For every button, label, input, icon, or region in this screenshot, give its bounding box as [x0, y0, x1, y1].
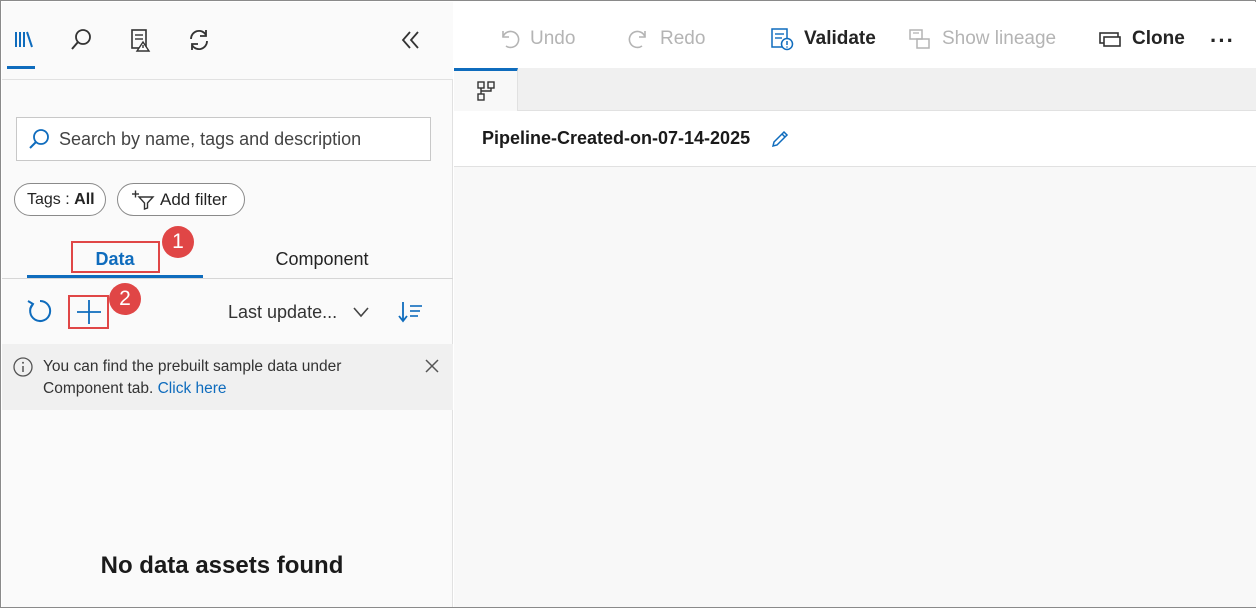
tabs-divider	[2, 278, 453, 279]
pipeline-title-bar: Pipeline-Created-on-07-14-2025	[454, 111, 1256, 167]
redo-label: Redo	[660, 28, 706, 49]
tab-component-label: Component	[275, 248, 369, 269]
sort-icon[interactable]	[397, 298, 425, 326]
undo-button[interactable]: Undo	[498, 21, 575, 57]
report-icon	[131, 29, 151, 52]
sort-selected-value: Last update...	[228, 301, 338, 322]
callout-number: 1	[172, 230, 184, 253]
clone-label: Clone	[1132, 28, 1185, 49]
callout-badge-2: 2	[109, 283, 141, 315]
clone-icon	[1099, 32, 1121, 47]
validate-button[interactable]: Validate	[770, 21, 876, 57]
validate-label: Validate	[804, 28, 876, 49]
click-here-link[interactable]: Click here	[158, 380, 227, 397]
edit-icon[interactable]	[770, 129, 790, 149]
tags-filter-label: Tags :	[27, 190, 75, 208]
info-banner: You can find the prebuilt sample data un…	[2, 344, 453, 410]
search-icon	[71, 29, 91, 50]
callout-box-data-tab	[71, 241, 160, 273]
lineage-icon	[909, 29, 930, 49]
active-indicator	[7, 66, 35, 69]
validate-icon	[771, 28, 794, 51]
info-text: You can find the prebuilt sample data un…	[43, 356, 393, 400]
callout-number: 2	[119, 287, 131, 310]
close-icon[interactable]	[421, 355, 443, 377]
sort-dropdown[interactable]: Last update...	[228, 296, 384, 328]
info-icon	[13, 357, 33, 377]
callout-badge-1: 1	[162, 226, 194, 258]
add-filter-label: Add filter	[160, 189, 228, 209]
search-button[interactable]	[63, 22, 99, 58]
refresh-icon[interactable]	[24, 296, 54, 326]
collapse-panel-button[interactable]	[392, 22, 428, 58]
library-icon	[15, 31, 33, 48]
left-panel-header	[2, 2, 453, 80]
clone-button[interactable]: Clone	[1098, 21, 1185, 57]
report-button[interactable]	[122, 22, 158, 58]
search-icon	[29, 129, 49, 149]
tab-component[interactable]: Component	[232, 240, 412, 278]
app-frame: Tags : All Add filter Data Component 1 2…	[0, 0, 1256, 608]
add-filter-button[interactable]: Add filter	[117, 183, 245, 216]
sync-button[interactable]	[181, 22, 217, 58]
library-button[interactable]	[5, 22, 41, 58]
asset-library-panel: Tags : All Add filter Data Component 1 2…	[2, 2, 453, 607]
tags-filter-value: All	[74, 190, 95, 208]
search-box[interactable]	[16, 117, 431, 161]
show-lineage-button[interactable]: Show lineage	[908, 21, 1056, 57]
filter-icon	[132, 190, 155, 210]
pipeline-graph-icon	[476, 81, 495, 101]
designer-toolbar: Undo Redo Validate Show lineage Clone ··…	[454, 2, 1256, 68]
undo-label: Undo	[530, 28, 576, 49]
collapse-icon	[401, 31, 419, 49]
tags-filter-button[interactable]: Tags : All	[14, 183, 106, 216]
pipeline-title: Pipeline-Created-on-07-14-2025	[482, 128, 751, 148]
search-input[interactable]	[59, 128, 409, 150]
document-tabstrip	[454, 68, 1256, 111]
sync-icon	[190, 29, 208, 51]
callout-box-add-button	[68, 295, 109, 329]
pipeline-canvas-area: Undo Redo Validate Show lineage Clone ··…	[454, 2, 1256, 607]
redo-button[interactable]: Redo	[628, 21, 705, 57]
empty-state-message: No data assets found	[100, 552, 344, 579]
more-options-button[interactable]: ···	[1210, 28, 1235, 54]
redo-icon	[628, 30, 646, 49]
undo-icon	[502, 30, 520, 49]
show-lineage-label: Show lineage	[942, 28, 1057, 49]
tab-pipeline-graph[interactable]	[454, 68, 518, 111]
chevron-down-icon	[353, 307, 369, 318]
